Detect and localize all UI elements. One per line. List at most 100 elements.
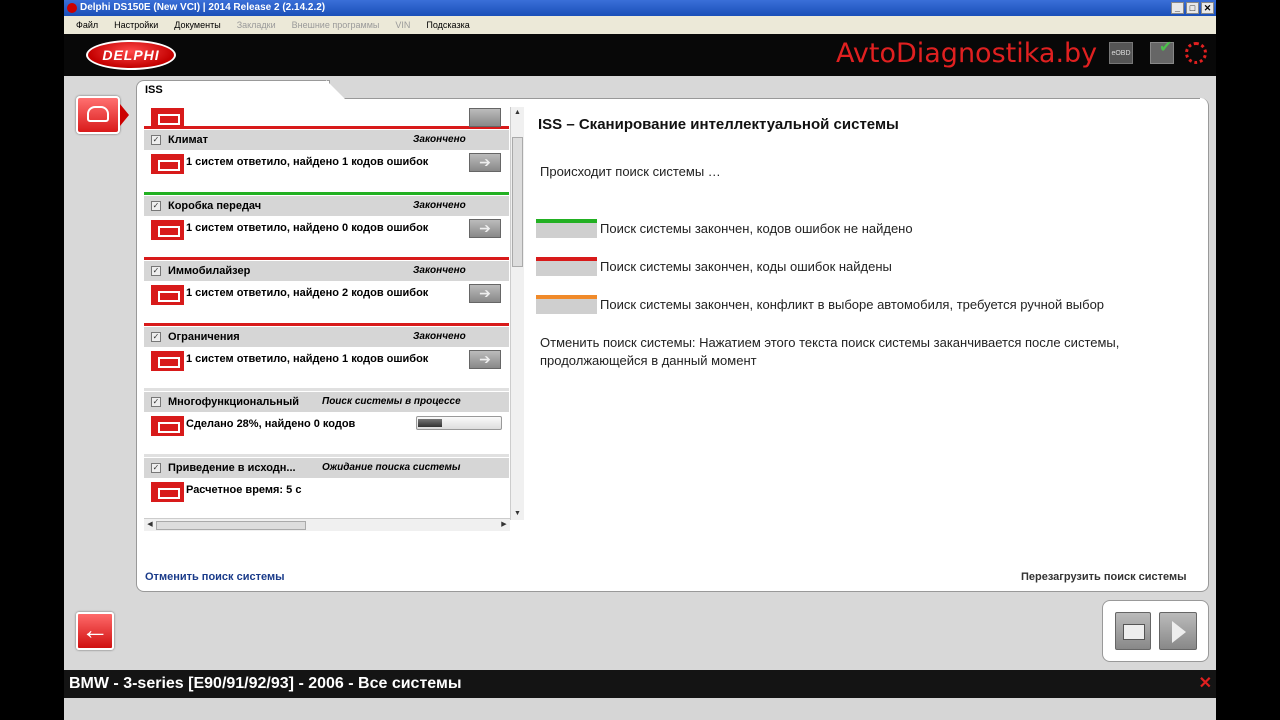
watermark: AvtoDiagnostika.by bbox=[836, 38, 1098, 69]
legend-item: Поиск системы закончен, кодов ошибок не … bbox=[536, 219, 1216, 239]
minimize-button[interactable]: _ bbox=[1171, 2, 1184, 14]
bottom-strip bbox=[64, 698, 1216, 720]
car-icon bbox=[87, 106, 109, 122]
reload-search-link[interactable]: Перезагрузить поиск системы bbox=[1021, 571, 1187, 583]
scroll-down-icon[interactable]: ▼ bbox=[512, 509, 523, 519]
app-icon bbox=[67, 3, 77, 13]
tab-iss[interactable]: ISS bbox=[136, 80, 330, 102]
open-results-button[interactable]: ➔ bbox=[469, 219, 501, 238]
open-results-button[interactable]: ➔ bbox=[469, 350, 501, 369]
title-bar: Delphi DS150E (New VCI) | 2014 Release 2… bbox=[64, 0, 1216, 16]
page-title: ISS – Сканирование интеллектуальной сист… bbox=[538, 116, 899, 133]
scroll-left-icon[interactable]: ◀ bbox=[145, 520, 155, 530]
system-status: Ожидание поиска системы bbox=[322, 462, 461, 473]
system-status: Поиск системы в процессе bbox=[322, 396, 461, 407]
status-color-bar bbox=[144, 192, 509, 195]
open-results-button[interactable]: ➔ bbox=[469, 153, 501, 172]
system-checkbox[interactable]: ✓ bbox=[151, 463, 161, 473]
menu-item-6[interactable]: Подсказка bbox=[426, 16, 469, 34]
legend-swatch bbox=[536, 219, 597, 238]
activity-spinner-icon bbox=[1185, 42, 1207, 64]
menu-item-2[interactable]: Документы bbox=[174, 16, 220, 34]
system-name: Приведение в исходн... bbox=[168, 462, 296, 474]
menu-item-5: VIN bbox=[395, 20, 411, 30]
system-status: Закончено bbox=[413, 200, 466, 211]
system-description: 1 систем ответило, найдено 0 кодов ошибо… bbox=[186, 222, 429, 234]
back-button[interactable]: ← bbox=[76, 612, 114, 650]
app-header: DELPHI AvtoDiagnostika.by eOBD bbox=[64, 34, 1216, 76]
system-header: ✓ Многофункциональный Поиск системы в пр… bbox=[144, 392, 509, 412]
progress-bar bbox=[416, 416, 502, 430]
tab-slope bbox=[326, 80, 348, 102]
system-status: Закончено bbox=[413, 265, 466, 276]
system-header: ✓ Иммобилайзер Закончено bbox=[144, 261, 509, 281]
vci-status-icon[interactable] bbox=[1150, 37, 1174, 64]
panel-border bbox=[326, 98, 1200, 99]
system-description: 1 систем ответило, найдено 1 кодов ошибо… bbox=[186, 156, 429, 168]
system-row: ✓ Ограничения Закончено 1 систем ответил… bbox=[144, 323, 509, 388]
system-checkbox[interactable]: ✓ bbox=[151, 135, 161, 145]
status-color-bar bbox=[144, 388, 509, 391]
system-icon bbox=[151, 108, 184, 128]
legend-swatch bbox=[536, 257, 597, 276]
close-session-icon[interactable]: ✕ bbox=[1199, 670, 1212, 698]
key-icon bbox=[151, 285, 184, 305]
scroll-thumb[interactable] bbox=[512, 137, 523, 267]
legend-text: Поиск системы закончен, конфликт в выбор… bbox=[600, 297, 1105, 312]
print-button[interactable] bbox=[1115, 612, 1151, 650]
close-window-button[interactable]: ✕ bbox=[1201, 2, 1214, 14]
system-name: Иммобилайзер bbox=[168, 265, 251, 277]
legend-swatch bbox=[536, 295, 597, 314]
menu-item-1[interactable]: Настройки bbox=[114, 16, 158, 34]
cancel-search-link[interactable]: Отменить поиск системы bbox=[145, 571, 285, 583]
vertical-scrollbar[interactable]: ▲ ▼ bbox=[510, 107, 524, 520]
system-name: Климат bbox=[168, 134, 208, 146]
app-window: Delphi DS150E (New VCI) | 2014 Release 2… bbox=[64, 0, 1216, 720]
legend-item: Поиск системы закончен, конфликт в выбор… bbox=[536, 295, 1216, 315]
system-row: ✓ Иммобилайзер Закончено 1 систем ответи… bbox=[144, 257, 509, 322]
system-list: ✓ Климат Закончено 1 систем ответило, на… bbox=[144, 104, 509, 518]
menu-item-4: Внешние программы bbox=[291, 20, 380, 30]
system-status: Закончено bbox=[413, 331, 466, 342]
scroll-right-icon[interactable]: ▶ bbox=[499, 520, 509, 530]
system-header: ✓ Ограничения Закончено bbox=[144, 327, 509, 347]
maximize-button[interactable]: □ bbox=[1186, 2, 1199, 14]
active-indicator-icon bbox=[120, 104, 129, 126]
system-checkbox[interactable]: ✓ bbox=[151, 397, 161, 407]
h-scroll-thumb[interactable] bbox=[156, 521, 306, 530]
progress-fill bbox=[418, 419, 442, 427]
system-header: ✓ Приведение в исходн... Ожидание поиска… bbox=[144, 458, 509, 478]
scroll-up-icon[interactable]: ▲ bbox=[512, 108, 523, 118]
status-bar: BMW - 3-series [E90/91/92/93] - 2006 - В… bbox=[64, 670, 1216, 698]
wrench-icon bbox=[151, 482, 184, 502]
vehicle-comms-button[interactable] bbox=[76, 96, 120, 134]
climate-icon bbox=[151, 154, 184, 174]
legend-text: Поиск системы закончен, коды ошибок найд… bbox=[600, 259, 892, 274]
system-status: Закончено bbox=[413, 134, 466, 145]
search-status-text: Происходит поиск системы … bbox=[540, 164, 721, 179]
system-name: Ограничения bbox=[168, 331, 240, 343]
system-checkbox[interactable]: ✓ bbox=[151, 266, 161, 276]
system-row: ✓ Климат Закончено 1 систем ответило, на… bbox=[144, 126, 509, 191]
system-description: 1 систем ответило, найдено 2 кодов ошибо… bbox=[186, 287, 429, 299]
menu-item-0[interactable]: Файл bbox=[76, 16, 98, 34]
open-results-button[interactable]: ➔ bbox=[469, 284, 501, 303]
system-row-partial bbox=[144, 104, 509, 129]
system-row: ✓ Приведение в исходн... Ожидание поиска… bbox=[144, 454, 509, 518]
open-results-button[interactable] bbox=[469, 108, 501, 127]
system-row: ✓ Многофункциональный Поиск системы в пр… bbox=[144, 388, 509, 453]
eobd-button[interactable]: eOBD bbox=[1109, 42, 1133, 64]
system-row: ✓ Коробка передач Закончено 1 систем отв… bbox=[144, 192, 509, 257]
system-description: Расчетное время: 5 с bbox=[186, 484, 302, 496]
system-checkbox[interactable]: ✓ bbox=[151, 332, 161, 342]
status-color-bar bbox=[144, 454, 509, 457]
system-name: Коробка передач bbox=[168, 200, 262, 212]
delphi-logo: DELPHI bbox=[86, 40, 176, 70]
next-button[interactable] bbox=[1159, 612, 1197, 650]
system-checkbox[interactable]: ✓ bbox=[151, 201, 161, 211]
vehicle-label: BMW - 3-series [E90/91/92/93] - 2006 - В… bbox=[69, 675, 462, 692]
system-description: 1 систем ответило, найдено 1 кодов ошибо… bbox=[186, 353, 429, 365]
gearbox-icon bbox=[151, 220, 184, 240]
body-icon bbox=[151, 416, 184, 436]
horizontal-scrollbar[interactable]: ◀ ▶ bbox=[144, 518, 510, 531]
